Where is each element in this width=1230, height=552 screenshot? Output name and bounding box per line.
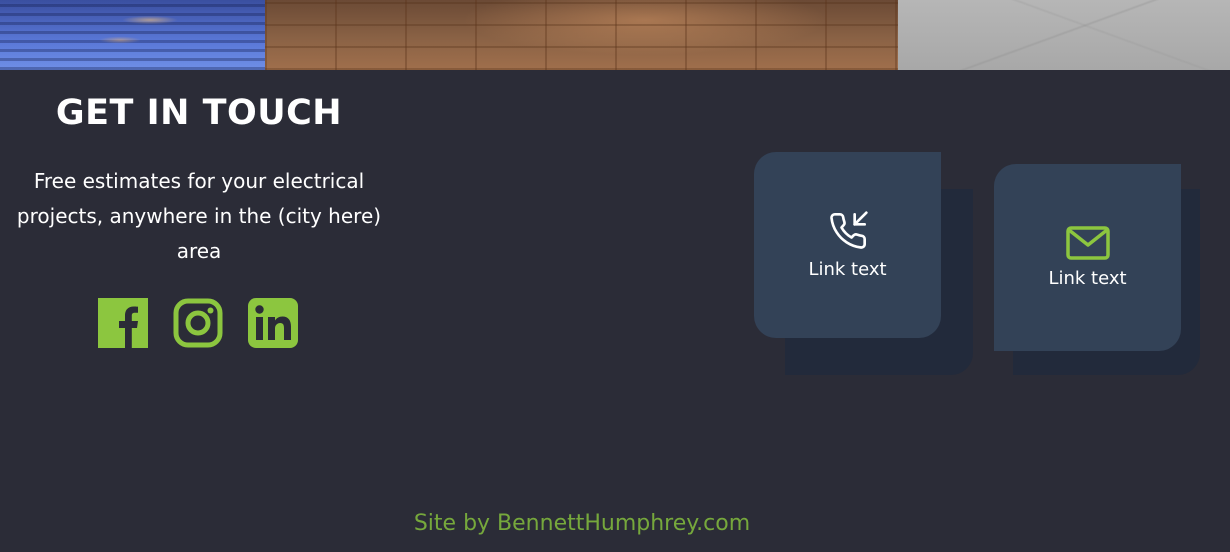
phone-incoming-icon xyxy=(828,210,868,251)
section-description: Free estimates for your electrical proje… xyxy=(16,169,382,263)
stone-floor-photo xyxy=(898,0,1230,70)
social-links xyxy=(98,298,298,348)
photo-strip xyxy=(0,0,1230,70)
card-label: Link text xyxy=(808,258,887,280)
linkedin-icon[interactable] xyxy=(248,298,298,348)
mail-icon xyxy=(1065,226,1110,260)
card-face: Link text xyxy=(994,164,1181,351)
facebook-icon[interactable] xyxy=(98,298,148,348)
gate-photo xyxy=(265,0,898,70)
water-reflection-photo xyxy=(0,0,265,70)
card-face: Link text xyxy=(754,152,941,338)
site-credit-link[interactable]: Site by BennettHumphrey.com xyxy=(0,511,1164,536)
instagram-icon[interactable] xyxy=(173,298,223,348)
card-label: Link text xyxy=(1048,268,1127,289)
section-title: GET IN TOUCH xyxy=(55,93,343,133)
